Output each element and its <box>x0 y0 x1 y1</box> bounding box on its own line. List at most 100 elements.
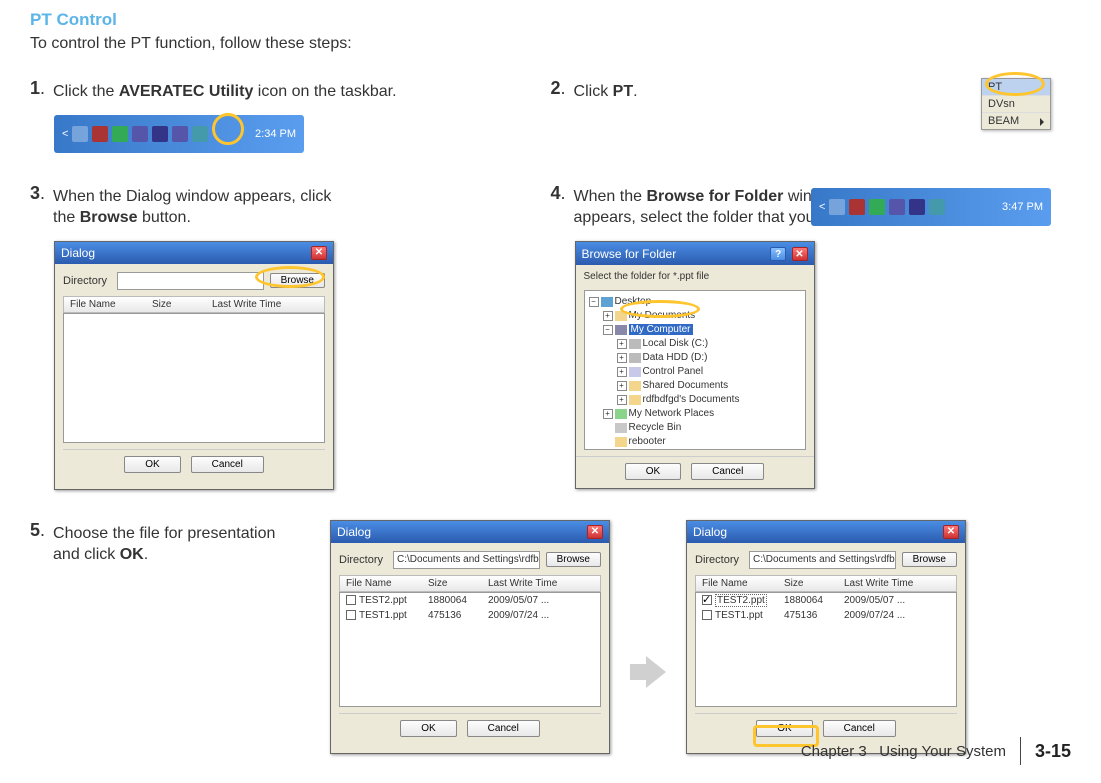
dialog-title: Dialog <box>61 246 95 260</box>
section-title: PT Control <box>30 10 1071 30</box>
highlight-oval <box>212 113 244 145</box>
step5-text: Choose the file for presentation and cli… <box>53 520 275 566</box>
checkbox-icon[interactable] <box>702 610 712 620</box>
step-number-5: 5. <box>30 520 45 542</box>
cancel-button[interactable]: Cancel <box>191 456 264 473</box>
step-number-2: 2. <box>551 78 566 100</box>
folder-icon <box>615 437 627 447</box>
tree-collapse-icon[interactable]: − <box>589 297 599 307</box>
tray-icon <box>889 199 905 215</box>
menu-item-pt[interactable]: PT <box>982 79 1050 96</box>
dialog-window-filelist-b: Dialog ✕ Directory C:\Documents and Sett… <box>686 520 966 754</box>
tree-expand-icon[interactable]: + <box>617 395 627 405</box>
tray-icon <box>192 126 208 142</box>
tray-icon <box>112 126 128 142</box>
tray-chevron-icon: < <box>819 201 825 213</box>
tray-chevron-icon: < <box>62 128 68 140</box>
dialog-window-empty: Dialog ✕ Directory Browse File Name Size… <box>54 241 334 490</box>
file-list[interactable]: TEST2.ppt 1880064 2009/05/07 ... TEST1.p… <box>695 592 957 707</box>
list-item[interactable]: TEST1.ppt 475136 2009/07/24 ... <box>696 608 956 623</box>
list-item[interactable]: TEST2.ppt 1880064 2009/05/07 ... <box>340 593 600 608</box>
close-icon[interactable]: ✕ <box>587 525 603 539</box>
network-icon <box>615 409 627 419</box>
browse-button[interactable]: Browse <box>902 552 957 567</box>
tray-clock: 2:34 PM <box>255 128 296 140</box>
dialog-subtitle: Select the folder for *.ppt file <box>576 265 814 290</box>
disk-icon <box>629 353 641 363</box>
close-icon[interactable]: ✕ <box>792 247 808 261</box>
menu-item-beam[interactable]: BEAM <box>982 113 1050 129</box>
file-list-empty <box>63 313 325 443</box>
arrow-right-icon <box>630 586 666 688</box>
help-icon[interactable]: ? <box>770 247 786 261</box>
close-icon[interactable]: ✕ <box>311 246 327 260</box>
tray-clock: 3:47 PM <box>1002 201 1043 213</box>
tray-icon <box>132 126 148 142</box>
dialog-window-filelist-a: Dialog ✕ Directory C:\Documents and Sett… <box>330 520 610 754</box>
cancel-button[interactable]: Cancel <box>467 720 540 737</box>
folder-icon <box>629 395 641 405</box>
list-header: File Name Size Last Write Time <box>63 296 325 313</box>
checkbox-checked-icon[interactable] <box>702 595 712 605</box>
browse-for-folder-window: Browse for Folder ? ✕ Select the folder … <box>575 241 815 490</box>
list-item[interactable]: TEST2.ppt 1880064 2009/05/07 ... <box>696 593 956 608</box>
step1-text: Click the AVERATEC Utility icon on the t… <box>53 78 397 103</box>
folder-icon <box>629 381 641 391</box>
tray-icon <box>72 126 88 142</box>
tree-expand-icon[interactable]: + <box>617 381 627 391</box>
browse-button[interactable]: Browse <box>546 552 601 567</box>
tray-icon <box>929 199 945 215</box>
recycle-bin-icon <box>615 423 627 433</box>
close-icon[interactable]: ✕ <box>943 525 959 539</box>
control-panel-icon <box>629 367 641 377</box>
folder-tree[interactable]: −Desktop +My Documents −My Computer +Loc… <box>584 290 806 450</box>
directory-input[interactable] <box>117 272 264 290</box>
tray-icon <box>172 126 188 142</box>
tree-expand-icon[interactable]: + <box>617 367 627 377</box>
tree-expand-icon[interactable]: + <box>617 353 627 363</box>
folder-icon <box>615 311 627 321</box>
tray-icon <box>849 199 865 215</box>
file-list[interactable]: TEST2.ppt 1880064 2009/05/07 ... TEST1.p… <box>339 592 601 707</box>
ok-button[interactable]: OK <box>625 463 681 480</box>
chevron-right-icon <box>1040 118 1044 126</box>
ok-button[interactable]: OK <box>400 720 456 737</box>
dialog-title: Browse for Folder <box>582 247 677 261</box>
tray-icon <box>92 126 108 142</box>
desktop-icon <box>601 297 613 307</box>
tray-icon <box>909 199 925 215</box>
tray-icon <box>152 126 168 142</box>
menu-item-dvsn[interactable]: DVsn <box>982 96 1050 113</box>
cancel-button[interactable]: Cancel <box>823 720 896 737</box>
step-number-1: 1. <box>30 78 45 100</box>
step-number-4: 4. <box>551 183 566 205</box>
directory-label: Directory <box>695 554 743 566</box>
browse-button[interactable]: Browse <box>270 273 325 288</box>
tree-expand-icon[interactable]: + <box>603 409 613 419</box>
tree-node-selected[interactable]: My Computer <box>629 324 693 335</box>
ok-button[interactable]: OK <box>124 456 180 473</box>
ok-button[interactable]: OK <box>756 720 812 737</box>
list-item[interactable]: TEST1.ppt 475136 2009/07/24 ... <box>340 608 600 623</box>
tree-expand-icon[interactable]: + <box>617 339 627 349</box>
directory-label: Directory <box>63 275 111 287</box>
intro-text: To control the PT function, follow these… <box>30 35 1071 53</box>
disk-icon <box>629 339 641 349</box>
step3-text: When the Dialog window appears, click th… <box>53 183 331 229</box>
directory-input[interactable]: C:\Documents and Settings\rdfbdfgd\M <box>749 551 896 569</box>
taskbar-screenshot-1: < 2:34 PM <box>54 115 304 153</box>
tray-icon <box>869 199 885 215</box>
checkbox-icon[interactable] <box>346 595 356 605</box>
tray-icon <box>829 199 845 215</box>
list-header: File Name Size Last Write Time <box>339 575 601 592</box>
context-menu: PT DVsn BEAM <box>981 78 1051 130</box>
tree-expand-icon[interactable]: + <box>603 311 613 321</box>
computer-icon <box>615 325 627 335</box>
checkbox-icon[interactable] <box>346 610 356 620</box>
dialog-title: Dialog <box>337 525 371 539</box>
directory-input[interactable]: C:\Documents and Settings\rdfbdfgd\M <box>393 551 540 569</box>
step2-text: Click PT. <box>574 78 638 103</box>
tree-collapse-icon[interactable]: − <box>603 325 613 335</box>
step-number-3: 3. <box>30 183 45 205</box>
cancel-button[interactable]: Cancel <box>691 463 764 480</box>
